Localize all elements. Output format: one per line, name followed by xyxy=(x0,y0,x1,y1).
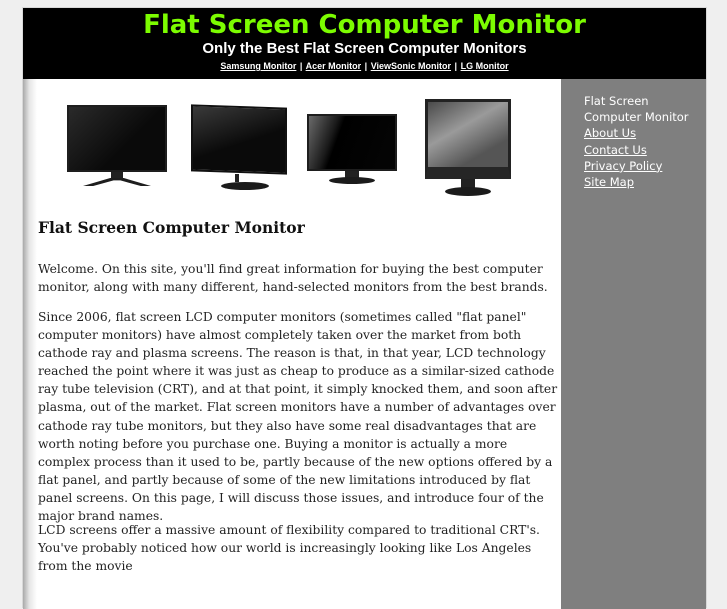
nav-separator: | xyxy=(299,61,303,71)
contact-us-link[interactable]: Contact Us xyxy=(584,143,647,157)
content-shadow xyxy=(23,79,37,609)
sidebar-item-contact[interactable]: Contact Us xyxy=(584,142,706,158)
sidebar-item-home: Flat Screen Computer Monitor xyxy=(584,93,706,125)
nav-separator: | xyxy=(454,61,458,71)
site-tagline: Only the Best Flat Screen Computer Monit… xyxy=(202,40,527,57)
sidebar-nav: Flat Screen Computer Monitor About Us Co… xyxy=(584,93,706,190)
flexibility-paragraph: LCD screens offer a massive amount of fl… xyxy=(38,523,540,574)
site-title[interactable]: Flat Screen Computer Monitor xyxy=(23,10,706,40)
sidebar-home-label: Flat Screen Computer Monitor xyxy=(584,94,689,125)
samsung-monitor-image xyxy=(191,104,287,191)
brand-link-lg[interactable]: LG Monitor xyxy=(461,61,509,71)
history-paragraph: Since 2006, flat screen LCD computer mon… xyxy=(38,310,558,524)
main-content: Flat Screen Computer Monitor Welcome. On… xyxy=(23,79,561,609)
acer-monitor-image xyxy=(67,105,167,190)
about-us-link[interactable]: About Us xyxy=(584,126,636,140)
viewsonic-monitor-image xyxy=(425,99,511,204)
brand-link-samsung[interactable]: Samsung Monitor xyxy=(220,61,296,71)
brand-link-acer[interactable]: Acer Monitor xyxy=(306,61,362,71)
brand-nav: Samsung Monitor | Acer Monitor | ViewSon… xyxy=(23,60,706,72)
nav-separator: | xyxy=(364,61,368,71)
sidebar-item-privacy[interactable]: Privacy Policy xyxy=(584,158,706,174)
page-container: Flat Screen Computer Monitor Only the Be… xyxy=(22,7,707,609)
privacy-policy-link[interactable]: Privacy Policy xyxy=(584,159,662,173)
site-map-link[interactable]: Site Map xyxy=(584,175,634,189)
lg-monitor-image xyxy=(307,114,397,194)
site-header: Flat Screen Computer Monitor Only the Be… xyxy=(23,8,706,79)
brand-link-viewsonic[interactable]: ViewSonic Monitor xyxy=(371,61,451,71)
sidebar: Flat Screen Computer Monitor About Us Co… xyxy=(561,79,706,609)
sidebar-item-about[interactable]: About Us xyxy=(584,125,706,141)
sidebar-item-sitemap[interactable]: Site Map xyxy=(584,174,706,190)
intro-paragraph: Welcome. On this site, you'll find great… xyxy=(38,262,548,295)
content-heading: Flat Screen Computer Monitor xyxy=(38,218,305,237)
